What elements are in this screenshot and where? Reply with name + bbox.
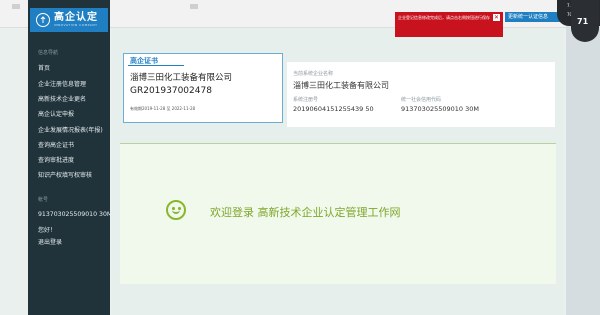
- site-logo[interactable]: 高企认定 INNOVATION COMPANY: [30, 8, 108, 32]
- company-name-value: 淄博三田化工装备有限公司: [293, 81, 389, 90]
- close-icon[interactable]: ✕: [493, 14, 500, 21]
- nav-section-title: 信息导航: [38, 50, 59, 56]
- logout-link[interactable]: 退出登录: [38, 237, 62, 246]
- sidebar-item-progress[interactable]: 查询审批进度: [38, 155, 74, 164]
- certificate-company: 淄博三田化工装备有限公司: [130, 73, 233, 83]
- sidebar-item-certificate[interactable]: 查询高企证书: [38, 140, 74, 149]
- sidebar-item-company-info[interactable]: 企业注册信息管理: [38, 79, 86, 88]
- account-section-title: 帐号: [38, 197, 49, 203]
- window-button[interactable]: [190, 4, 198, 9]
- sidebar-item-rename[interactable]: 高新技术企业更名: [38, 94, 86, 103]
- company-name-label: 当前系统企业名称: [293, 71, 334, 77]
- sidebar-item-ip-review[interactable]: 知识产权填写权审核: [38, 170, 92, 179]
- certificate-validity: 有效期2019-11-28 至 2022-11-28: [130, 106, 196, 111]
- logo-title: 高企认定: [54, 12, 98, 23]
- window-button[interactable]: [12, 4, 20, 9]
- company-info-card: 当前系统企业名称 淄博三田化工装备有限公司 系统注册号 201906041512…: [287, 62, 555, 127]
- logo-icon: [36, 13, 50, 27]
- sidebar-item-application[interactable]: 高企认定申报: [38, 109, 74, 118]
- reg-number-value: 20190604151255439 50: [293, 105, 374, 113]
- sidebar-item-home[interactable]: 首页: [38, 63, 50, 72]
- smiley-icon: [166, 200, 186, 220]
- alert-banner: 企业登记信息修改完成后，请点击右侧按钮进行保存: [395, 12, 503, 37]
- credit-code-label: 统一社会信用代码: [401, 97, 442, 103]
- greeting: 您好！: [38, 227, 57, 234]
- update-auth-button[interactable]: 更新统一认证信息: [505, 12, 561, 22]
- account-code: 913703025509010 30M: [38, 211, 113, 218]
- speed-gauge[interactable]: 71: [571, 0, 599, 42]
- alert-text: 企业登记信息修改完成后，请点击右侧按钮进行保存: [398, 15, 490, 20]
- welcome-message: 欢迎登录 高新技术企业认定管理工作网: [210, 206, 401, 219]
- gauge-value: 71: [577, 17, 589, 26]
- sidebar-item-annual-report[interactable]: 企业发展情况报表(年报): [38, 125, 103, 134]
- certificate-number: GR201937002478: [130, 86, 212, 96]
- logo-subtitle: INNOVATION COMPANY: [54, 23, 98, 27]
- divider: [128, 65, 184, 66]
- credit-code-value: 913703025509010 30M: [401, 105, 479, 113]
- reg-number-label: 系统注册号: [293, 97, 319, 103]
- page-scroll-area: [566, 0, 600, 315]
- certificate-card: 高企证书 淄博三田化工装备有限公司 GR201937002478 有效期2019…: [123, 53, 283, 123]
